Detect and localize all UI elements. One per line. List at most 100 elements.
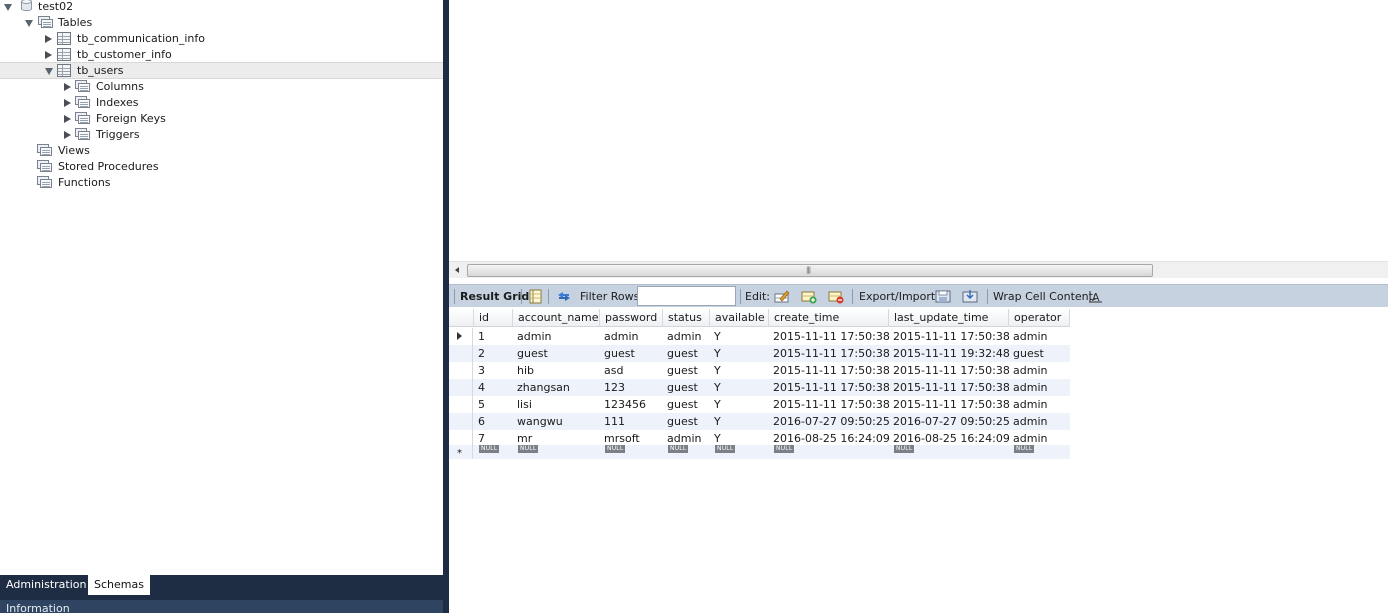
new-row-cell[interactable]: NULL (1010, 445, 1071, 459)
expand-arrow-icon[interactable] (64, 83, 71, 91)
tree-node-schema[interactable]: test02 (0, 0, 443, 15)
table-row[interactable]: 4 zhangsan 123 guest Y 2015-11-11 17:50:38 201… (449, 379, 1070, 396)
collapse-arrow-icon[interactable] (4, 4, 12, 11)
tree-node-table[interactable]: tb_customer_info (0, 47, 443, 63)
expand-arrow-icon[interactable] (45, 51, 52, 59)
grid-cell-status[interactable]: admin (663, 328, 710, 345)
result-grid-button[interactable]: Result Grid (460, 285, 529, 308)
grid-cell-operator[interactable]: guest (1009, 345, 1070, 362)
grid-cell-account-name[interactable]: hib (513, 362, 600, 379)
collapse-arrow-icon[interactable] (25, 20, 33, 27)
filter-rows-input[interactable] (637, 286, 736, 306)
grid-cell-account-name[interactable]: admin (513, 328, 600, 345)
grid-cell-id[interactable]: 6 (474, 413, 513, 430)
tree-node-procedures[interactable]: Stored Procedures (0, 159, 443, 175)
grid-cell-status[interactable]: guest (663, 345, 710, 362)
new-row-cell[interactable]: NULL (711, 445, 770, 459)
grid-cell-password[interactable]: asd (600, 362, 663, 379)
column-header-status[interactable]: status (663, 309, 710, 327)
tree-node-indexes[interactable]: Indexes (0, 95, 443, 111)
grid-cell-id[interactable]: 3 (474, 362, 513, 379)
tree-node-table-selected[interactable]: tb_users (0, 62, 443, 79)
row-selector[interactable]: * (449, 445, 473, 459)
column-header-available[interactable]: available (710, 309, 769, 327)
form-editor-icon[interactable] (528, 289, 544, 304)
new-row-cell[interactable]: NULL (664, 445, 711, 459)
column-header-operator[interactable]: operator (1009, 309, 1070, 327)
row-selector[interactable] (449, 396, 473, 413)
tab-administration[interactable]: Administration (0, 575, 93, 595)
column-header-password[interactable]: password (600, 309, 663, 327)
grid-cell-id[interactable]: 4 (474, 379, 513, 396)
grid-cell-last-update-time[interactable]: 2015-11-11 17:50:38 (889, 396, 1009, 413)
grid-cell-id[interactable]: 2 (474, 345, 513, 362)
grid-cell-id[interactable]: 1 (474, 328, 513, 345)
grid-cell-password[interactable]: 123456 (600, 396, 663, 413)
grid-cell-status[interactable]: guest (663, 379, 710, 396)
tree-node-tables[interactable]: Tables (0, 15, 443, 31)
column-header-create-time[interactable]: create_time (769, 309, 889, 327)
grid-cell-create-time[interactable]: 2015-11-11 17:50:38 (769, 396, 889, 413)
row-selector[interactable] (449, 345, 473, 362)
grid-cell-create-time[interactable]: 2016-07-27 09:50:25 (769, 413, 889, 430)
grid-cell-last-update-time[interactable]: 2015-11-11 17:50:38 (889, 328, 1009, 345)
grid-cell-available[interactable]: Y (710, 345, 769, 362)
edit-row-icon[interactable] (774, 289, 790, 304)
table-row[interactable]: 1 admin admin admin Y 2015-11-11 17:50:38 2015… (449, 328, 1070, 345)
grid-cell-password[interactable]: 123 (600, 379, 663, 396)
new-row[interactable]: * NULL NULL NULL NULL NULL NULL NULL NULL (449, 445, 1070, 459)
tree-node-foreign-keys[interactable]: Foreign Keys (0, 111, 443, 127)
grid-cell-available[interactable]: Y (710, 379, 769, 396)
grid-cell-id[interactable]: 5 (474, 396, 513, 413)
new-row-cell[interactable]: NULL (514, 445, 601, 459)
grid-cell-password[interactable]: 111 (600, 413, 663, 430)
tree-node-triggers[interactable]: Triggers (0, 127, 443, 143)
grid-cell-create-time[interactable]: 2015-11-11 17:50:38 (769, 345, 889, 362)
row-selector[interactable] (449, 328, 473, 345)
grid-cell-password[interactable]: admin (600, 328, 663, 345)
scroll-left-icon[interactable] (455, 267, 459, 273)
grid-cell-account-name[interactable]: lisi (513, 396, 600, 413)
row-selector[interactable] (449, 413, 473, 430)
grid-cell-account-name[interactable]: wangwu (513, 413, 600, 430)
information-panel-header[interactable]: Information (0, 600, 443, 613)
grid-cell-last-update-time[interactable]: 2015-11-11 17:50:38 (889, 379, 1009, 396)
grid-cell-last-update-time[interactable]: 2015-11-11 17:50:38 (889, 362, 1009, 379)
grid-cell-status[interactable]: guest (663, 413, 710, 430)
grid-cell-operator[interactable]: admin (1009, 396, 1070, 413)
grid-cell-create-time[interactable]: 2015-11-11 17:50:38 (769, 362, 889, 379)
table-row[interactable]: 5 lisi 123456 guest Y 2015-11-11 17:50:38 2015… (449, 396, 1070, 413)
grid-cell-create-time[interactable]: 2015-11-11 17:50:38 (769, 328, 889, 345)
delete-row-icon[interactable] (828, 289, 844, 304)
grid-cell-operator[interactable]: admin (1009, 328, 1070, 345)
grid-cell-available[interactable]: Y (710, 362, 769, 379)
grid-cell-status[interactable]: guest (663, 362, 710, 379)
grid-cell-status[interactable]: guest (663, 396, 710, 413)
expand-arrow-icon[interactable] (64, 131, 71, 139)
new-row-cell[interactable]: NULL (770, 445, 890, 459)
expand-arrow-icon[interactable] (64, 99, 71, 107)
wrap-text-icon[interactable]: A (1088, 289, 1104, 304)
grid-cell-available[interactable]: Y (710, 328, 769, 345)
tree-node-columns[interactable]: Columns (0, 79, 443, 95)
grid-cell-password[interactable]: guest (600, 345, 663, 362)
row-selector[interactable] (449, 362, 473, 379)
grid-cell-operator[interactable]: admin (1009, 362, 1070, 379)
expand-arrow-icon[interactable] (64, 115, 71, 123)
column-header-account-name[interactable]: account_name (513, 309, 600, 327)
table-row[interactable]: 2 guest guest guest Y 2015-11-11 17:50:38 2015… (449, 345, 1070, 362)
table-row[interactable]: 3 hib asd guest Y 2015-11-11 17:50:38 2015-11-… (449, 362, 1070, 379)
grid-cell-last-update-time[interactable]: 2015-11-11 19:32:48 (889, 345, 1009, 362)
grid-cell-last-update-time[interactable]: 2016-07-27 09:50:25 (889, 413, 1009, 430)
export-icon[interactable] (935, 289, 951, 304)
insert-row-icon[interactable] (801, 289, 817, 304)
new-row-cell[interactable]: NULL (601, 445, 664, 459)
tree-node-views[interactable]: Views (0, 143, 443, 159)
grid-cell-operator[interactable]: admin (1009, 379, 1070, 396)
refresh-icon[interactable] (556, 289, 572, 304)
grid-cell-available[interactable]: Y (710, 413, 769, 430)
grid-cell-create-time[interactable]: 2015-11-11 17:50:38 (769, 379, 889, 396)
expand-arrow-icon[interactable] (45, 35, 52, 43)
scrollbar-thumb[interactable]: ||| (467, 264, 1153, 277)
grid-cell-available[interactable]: Y (710, 396, 769, 413)
